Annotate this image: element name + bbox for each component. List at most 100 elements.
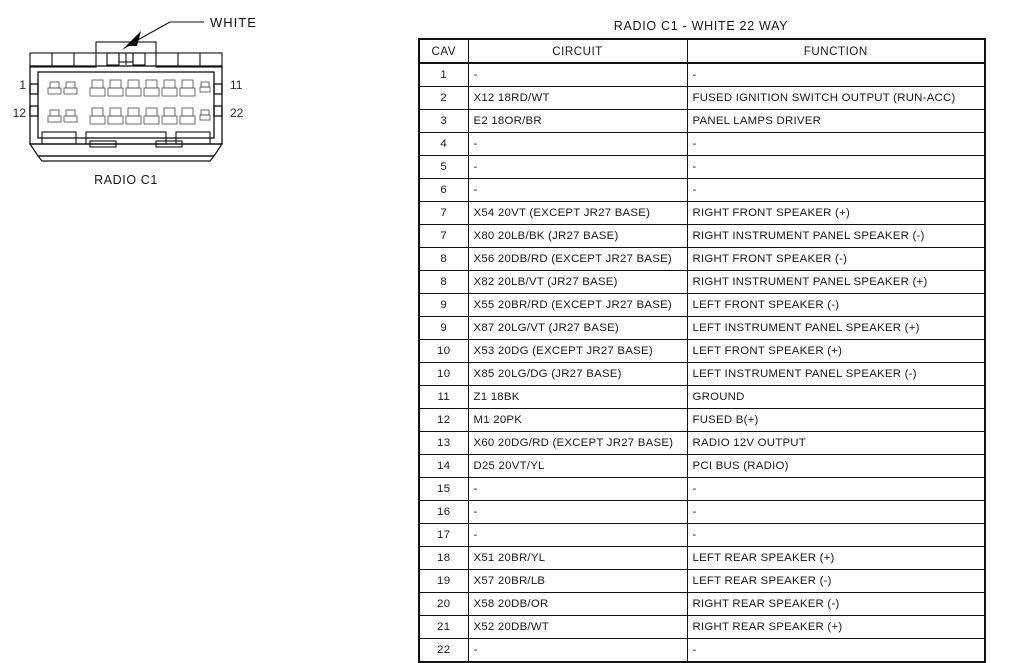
table-row: 7 X80 20LB/BK (JR27 BASE) RIGHT INSTRUMENT… [418, 224, 986, 248]
cell-cav: 17 [418, 523, 469, 547]
table-row: 8 X82 20LB/VT (JR27 BASE) RIGHT INSTRUMENT… [418, 270, 986, 294]
table-row: 7 X54 20VT (EXCEPT JR27 BASE) RIGHT FRONT … [418, 201, 986, 225]
cell-function: FUSED IGNITION SWITCH OUTPUT (RUN-ACC) [686, 86, 986, 110]
cavity-row-bottom [47, 107, 211, 125]
cavity-bottom-std-5 [161, 107, 178, 125]
table-header-row: CAV CIRCUIT FUNCTION [418, 38, 986, 64]
cell-cav: 1 [418, 62, 469, 87]
cell-cav: 14 [418, 454, 469, 478]
cell-circuit: X58 20DB/OR [467, 592, 688, 616]
table-row: 18 X51 20BR/YL LEFT REAR SPEAKER (+) [418, 546, 986, 570]
cell-function: RIGHT INSTRUMENT PANEL SPEAKER (-) [686, 224, 986, 248]
cell-circuit: X85 20LG/DG (JR27 BASE) [467, 362, 688, 386]
pinout-table-panel: RADIO C1 - WHITE 22 WAY CAV CIRCUIT FUNC… [417, 0, 1017, 663]
cell-cav: 9 [418, 293, 469, 317]
column-header-circuit: CIRCUIT [467, 38, 688, 64]
cell-cav: 7 [418, 201, 469, 225]
skirt-outer [28, 143, 224, 157]
cavity-bottom-narrow [199, 109, 211, 121]
cell-cav: 10 [418, 339, 469, 363]
skirt-inner [36, 155, 216, 162]
connector-bottom-tabs [41, 131, 211, 148]
radio-c1-connector-drawing: WHITE 1 12 11 22 RADIO C1 [13, 15, 257, 187]
cavity-top-narrow [199, 81, 211, 93]
pin-label-top-left: 1 [19, 78, 26, 92]
table-row: 2 X12 18RD/WT FUSED IGNITION SWITCH OUTPUT… [418, 86, 986, 110]
table-row: 9 X55 20BR/RD (EXCEPT JR27 BASE) LEFT FRON… [418, 293, 986, 317]
cell-cav: 13 [418, 431, 469, 455]
table-row: 20 X58 20DB/OR RIGHT REAR SPEAKER (-) [418, 592, 986, 616]
cavity-top-std-1 [89, 79, 106, 97]
cavity-bottom-std-1 [89, 107, 106, 125]
pinout-table-body: 1- -2 X12 18RD/WT FUSED IGNITION SWITCH OUT… [418, 62, 986, 663]
table-row: 1-- [418, 62, 986, 87]
cavity-bottom-wide-2 [63, 109, 78, 123]
connector-latch [95, 41, 157, 66]
cell-function: - [686, 62, 986, 87]
cell-circuit: X87 20LG/VT (JR27 BASE) [467, 316, 688, 340]
latch-tab-left [106, 52, 120, 66]
table-row: 8 X56 20DB/RD (EXCEPT JR27 BASE) RIGHT FRO… [418, 247, 986, 271]
cell-circuit: X60 20DG/RD (EXCEPT JR27 BASE) [467, 431, 688, 455]
cell-cav: 11 [418, 385, 469, 409]
cell-circuit: - [467, 178, 688, 202]
callout-arrowhead-icon [122, 31, 141, 50]
cavity-bottom-std-2 [107, 107, 124, 125]
top-tab-left [29, 52, 97, 68]
cell-cav: 20 [418, 592, 469, 616]
cell-function: - [686, 155, 986, 179]
cell-circuit: - [467, 638, 688, 663]
cell-function: LEFT FRONT SPEAKER (+) [686, 339, 986, 363]
cell-function: - [686, 638, 986, 663]
top-tab-right [155, 52, 223, 68]
connector-caption: RADIO C1 [94, 173, 158, 187]
cell-function: PANEL LAMPS DRIVER [686, 109, 986, 133]
table-row: 10 X53 20DG (EXCEPT JR27 BASE) LEFT FRONT … [418, 339, 986, 363]
cell-function: RIGHT REAR SPEAKER (-) [686, 592, 986, 616]
cell-cav: 19 [418, 569, 469, 593]
white-callout: WHITE [122, 15, 257, 50]
latch-tab-right [132, 52, 146, 66]
cell-cav: 5 [418, 155, 469, 179]
cell-cav: 9 [418, 316, 469, 340]
cell-circuit: Z1 18BK [467, 385, 688, 409]
table-row: 19 X57 20BR/LB LEFT REAR SPEAKER (-) [418, 569, 986, 593]
pin-label-bottom-right: 22 [230, 106, 244, 120]
column-header-cav: CAV [418, 38, 469, 64]
white-callout-label: WHITE [210, 15, 257, 30]
keying-notch-left-lower [29, 105, 39, 117]
cell-cav: 2 [418, 86, 469, 110]
cavity-bottom-std-6 [179, 107, 196, 125]
cell-function: RIGHT INSTRUMENT PANEL SPEAKER (+) [686, 270, 986, 294]
cell-circuit: X52 20DB/WT [467, 615, 688, 639]
table-row: 4-- [418, 132, 986, 156]
cell-function: - [686, 178, 986, 202]
cell-circuit: X53 20DG (EXCEPT JR27 BASE) [467, 339, 688, 363]
cell-cav: 6 [418, 178, 469, 202]
cell-function: LEFT INSTRUMENT PANEL SPEAKER (-) [686, 362, 986, 386]
cell-circuit: - [467, 523, 688, 547]
table-row: 6-- [418, 178, 986, 202]
cell-function: PCI BUS (RADIO) [686, 454, 986, 478]
cell-cav: 8 [418, 270, 469, 294]
cell-circuit: X55 20BR/RD (EXCEPT JR27 BASE) [467, 293, 688, 317]
cavity-bottom-std-3 [125, 107, 142, 125]
cell-cav: 16 [418, 500, 469, 524]
cell-function: - [686, 523, 986, 547]
cell-cav: 8 [418, 247, 469, 271]
table-row: 21 X52 20DB/WT RIGHT REAR SPEAKER (+) [418, 615, 986, 639]
cell-circuit: M1 20PK [467, 408, 688, 432]
cell-circuit: - [467, 155, 688, 179]
keying-notch-right-upper [213, 83, 223, 95]
cavity-bottom-std-4 [143, 107, 160, 125]
cell-cav: 3 [418, 109, 469, 133]
cell-function: LEFT FRONT SPEAKER (-) [686, 293, 986, 317]
table-row: 16- - [418, 500, 986, 524]
cell-circuit: X56 20DB/RD (EXCEPT JR27 BASE) [467, 247, 688, 271]
cell-circuit: - [467, 500, 688, 524]
keying-notch-left-upper [29, 83, 39, 95]
table-row: 9 X87 20LG/VT (JR27 BASE) LEFT INSTRUMENT … [418, 316, 986, 340]
cavity-top-wide-1 [47, 81, 62, 95]
table-row: 5-- [418, 155, 986, 179]
table-row: 13 X60 20DG/RD (EXCEPT JR27 BASE) RADIO 12… [418, 431, 986, 455]
